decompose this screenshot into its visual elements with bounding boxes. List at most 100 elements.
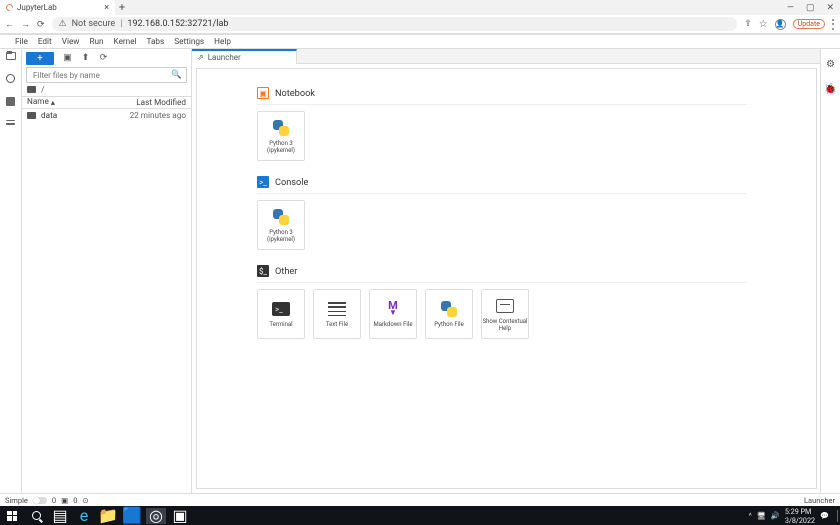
back-button[interactable]: ← [5, 19, 14, 29]
menu-edit[interactable]: Edit [37, 37, 53, 47]
card-label: Python File [434, 322, 464, 329]
left-rail [0, 49, 22, 493]
menu-icon[interactable] [832, 19, 835, 30]
terminal-icon: >_ [272, 302, 290, 316]
menu-bar: File Edit View Run Kernel Tabs Settings … [0, 35, 840, 49]
browser-titlebar: JupyterLab × + — ▢ ✕ [0, 0, 840, 15]
reload-button[interactable]: ⟳ [37, 19, 45, 30]
debug-icon[interactable]: 🐞 [824, 84, 836, 95]
new-launcher-button[interactable]: + [26, 52, 54, 65]
card-textfile[interactable]: Text File [313, 289, 361, 339]
menu-file[interactable]: File [14, 37, 29, 47]
launch-tab-icon: ⇗ [197, 53, 204, 62]
card-terminal[interactable]: >_ Terminal [257, 289, 305, 339]
tray-time[interactable]: 5:29 PM 3/8/2022 [785, 507, 815, 525]
textfile-icon [328, 302, 346, 316]
card-console-python3[interactable]: Python 3 (ipykernel) [257, 200, 305, 250]
files-icon[interactable] [6, 52, 16, 60]
col-name-header[interactable]: Name [27, 97, 49, 108]
card-label: Show Contextual Help [482, 319, 528, 332]
status-simple-label: Simple [5, 496, 28, 505]
file-row[interactable]: data 22 minutes ago [22, 109, 191, 122]
not-secure-label: Not secure [72, 19, 116, 29]
windows-taskbar: ▤ e 📁 🟦 ◎ ▣ ^ 🖥 🔊 5:29 PM 3/8/2022 💬 [0, 506, 840, 525]
menu-help[interactable]: Help [213, 37, 232, 47]
explorer-icon[interactable]: 📁 [98, 508, 118, 524]
launcher-panel: ▣ Notebook Python 3 (ipykernel) [196, 68, 817, 489]
menu-run[interactable]: Run [88, 37, 104, 47]
close-tab-icon[interactable]: × [104, 3, 109, 13]
card-sublabel: (ipykernel) [267, 148, 295, 155]
console-section-icon: >_ [257, 176, 269, 188]
section-notebook-title: Notebook [275, 88, 315, 99]
card-contextualhelp[interactable]: Show Contextual Help [481, 289, 529, 339]
update-button[interactable]: Update [793, 19, 825, 29]
python-icon [273, 120, 289, 136]
menu-view[interactable]: View [61, 37, 81, 47]
browser-tab[interactable]: JupyterLab × [0, 0, 115, 15]
bookmark-icon[interactable]: ☆ [759, 19, 768, 30]
taskbar-search-icon[interactable] [26, 508, 46, 524]
col-modified-header[interactable]: Last Modified [136, 98, 186, 108]
folder-icon [27, 112, 36, 119]
simple-mode-toggle[interactable] [33, 497, 47, 504]
menu-tabs[interactable]: Tabs [146, 37, 166, 47]
other-section-icon: $_ [257, 265, 269, 277]
tray-notification-icon[interactable]: 💬 [820, 511, 829, 520]
upload-icon[interactable]: ⬆ [81, 54, 90, 63]
status-terminals[interactable]: 0 [52, 496, 56, 505]
commands-icon[interactable] [6, 97, 15, 106]
tab-launcher[interactable]: ⇗ Launcher [192, 49, 297, 64]
terminal-taskbar-icon[interactable]: ▣ [170, 508, 190, 524]
not-secure-icon: ⚠ [59, 19, 67, 29]
profile-icon[interactable]: 👤 [775, 19, 786, 30]
card-pythonfile[interactable]: Python File [425, 289, 473, 339]
python-icon [273, 209, 289, 225]
card-markdown[interactable]: M▼ Markdown File [369, 289, 417, 339]
chrome-icon[interactable]: ◎ [146, 508, 166, 524]
file-row-name: data [41, 111, 57, 121]
jupyter-favicon [5, 3, 15, 13]
notebook-section-icon: ▣ [257, 87, 269, 99]
address-bar[interactable]: ⚠ Not secure | 192.168.0.152:32721/lab [52, 17, 738, 31]
breadcrumb-slash: / [41, 85, 45, 95]
close-window-icon[interactable]: ✕ [826, 3, 834, 13]
toc-icon[interactable] [6, 120, 15, 125]
status-bar: Simple 0 ▣ 0 ⊙ Launcher [0, 493, 840, 506]
tray-network-icon[interactable]: 🖥 [757, 511, 766, 520]
maximize-window-icon[interactable]: ▢ [806, 3, 815, 13]
minimize-window-icon[interactable]: — [787, 3, 794, 13]
start-button[interactable] [2, 508, 22, 524]
sort-asc-icon[interactable]: ▴ [51, 97, 55, 108]
forward-button[interactable]: → [21, 19, 30, 29]
refresh-icon[interactable]: ⟳ [99, 54, 108, 63]
browser-tab-title: JupyterLab [17, 3, 57, 12]
file-row-modified: 22 minutes ago [130, 111, 186, 121]
status-kernels[interactable]: 0 [73, 496, 77, 505]
show-desktop-button[interactable] [837, 510, 838, 522]
home-folder-icon[interactable] [27, 86, 36, 93]
section-console-title: Console [275, 177, 308, 188]
tray-sound-icon[interactable]: 🔊 [771, 511, 780, 520]
main-tabs: ⇗ Launcher [192, 49, 820, 64]
card-label: Terminal [269, 322, 292, 329]
search-icon: 🔍 [171, 70, 182, 80]
contextualhelp-icon [496, 299, 514, 313]
file-browser-pane: + ▣ ⬆ ⟳ 🔍 / Name ▴ [22, 49, 192, 493]
menu-kernel[interactable]: Kernel [113, 37, 138, 47]
card-notebook-python3[interactable]: Python 3 (ipykernel) [257, 111, 305, 161]
section-other-title: Other [275, 266, 297, 277]
running-icon[interactable] [6, 74, 15, 83]
share-icon[interactable]: ⇪ [744, 19, 752, 29]
task-view-icon[interactable]: ▤ [50, 508, 70, 524]
status-mode: Launcher [804, 496, 835, 505]
markdown-icon: M▼ [388, 302, 398, 317]
new-tab-button[interactable]: + [115, 1, 129, 14]
menu-settings[interactable]: Settings [173, 37, 205, 47]
filter-input[interactable] [31, 70, 171, 81]
msedge-icon[interactable]: 🟦 [122, 508, 142, 524]
tray-up-icon[interactable]: ^ [749, 511, 752, 520]
edge-icon[interactable]: e [74, 508, 94, 524]
propertyinspector-icon[interactable]: ⚙ [826, 59, 835, 70]
new-folder-icon[interactable]: ▣ [63, 54, 72, 63]
